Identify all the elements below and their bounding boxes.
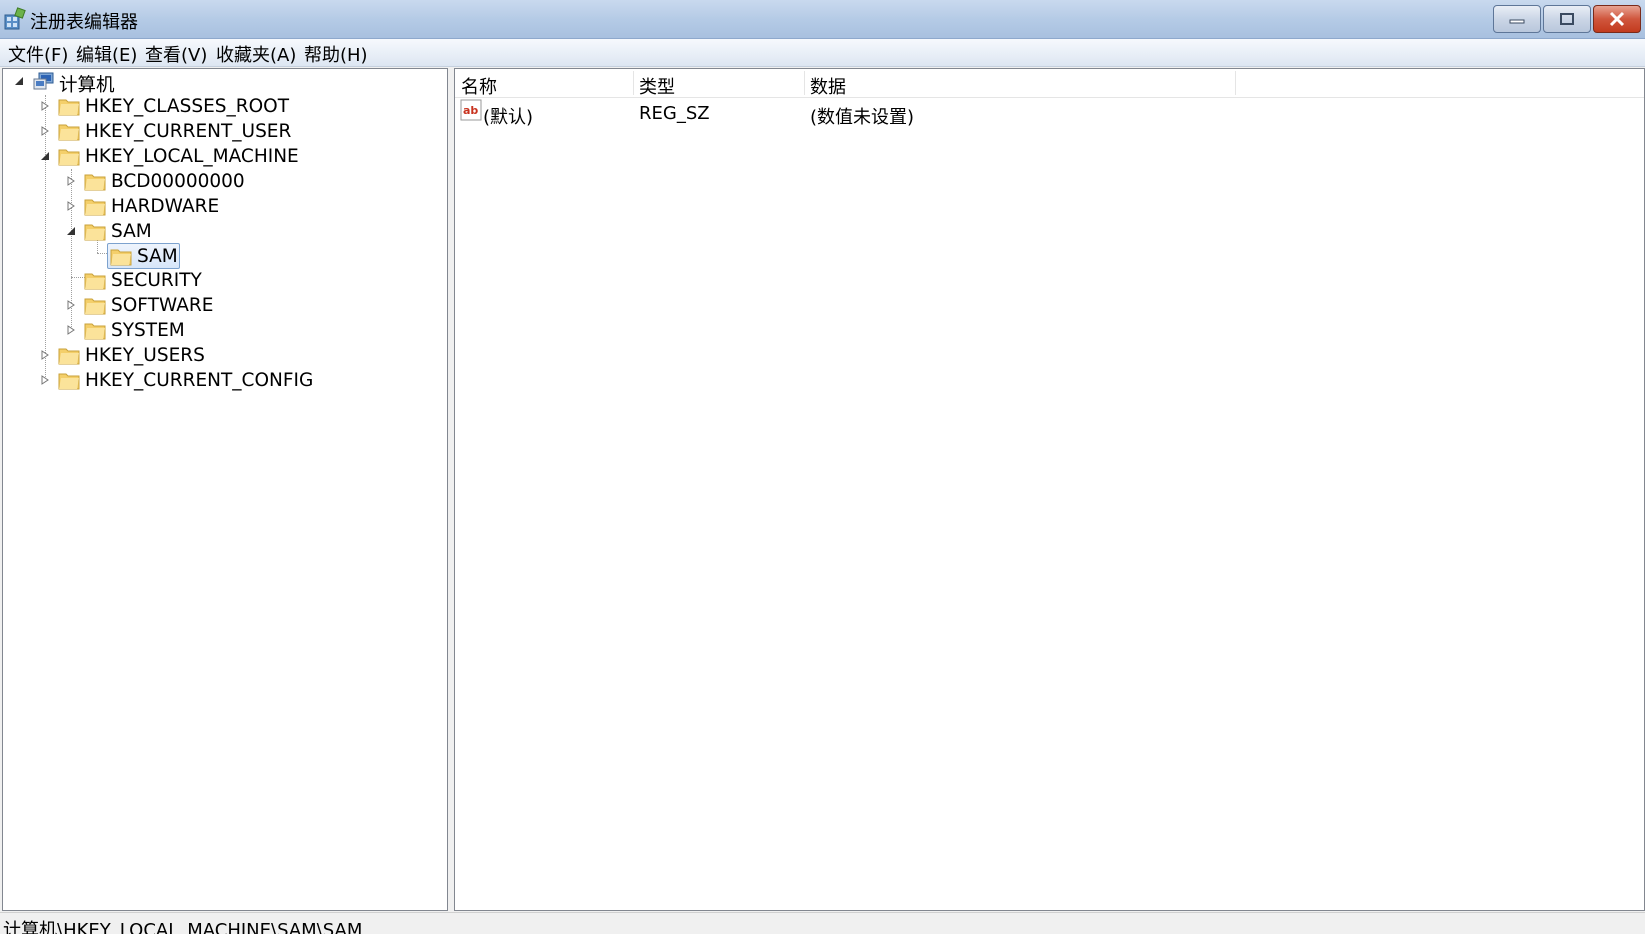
expand-icon[interactable] <box>40 126 50 136</box>
tree-label: HKEY_CURRENT_USER <box>85 121 292 142</box>
tree-node-hardware[interactable]: HARDWARE <box>3 194 443 220</box>
expand-icon[interactable] <box>66 300 76 310</box>
list-header: 名称 类型 数据 <box>455 69 1644 98</box>
tree-label: HKEY_CURRENT_CONFIG <box>85 370 314 391</box>
window-title: 注册表编辑器 <box>30 12 138 33</box>
menu-file[interactable]: 文件(F) <box>6 41 70 67</box>
value-data: (数值未设置) <box>810 107 915 128</box>
tree-label: SAM <box>111 221 152 242</box>
value-type: REG_SZ <box>639 103 710 124</box>
tree-node-security[interactable]: SECURITY <box>3 268 443 294</box>
tree-node-sam[interactable]: SAM <box>3 219 443 245</box>
string-value-icon: ab <box>460 99 482 121</box>
collapse-icon[interactable] <box>66 226 76 236</box>
tree-node-system[interactable]: SYSTEM <box>3 318 443 344</box>
value-name: (默认) <box>483 107 534 128</box>
tree-node-computer[interactable]: 计算机 <box>3 69 443 96</box>
column-header-type[interactable]: 类型 <box>639 73 675 99</box>
title-bar[interactable]: 注册表编辑器 <box>0 0 1645 39</box>
regedit-app-icon <box>4 7 26 30</box>
expand-icon[interactable] <box>40 375 50 385</box>
tree-label: SYSTEM <box>111 320 185 341</box>
close-button[interactable] <box>1593 5 1641 33</box>
tree-node-hkey-local-machine[interactable]: HKEY_LOCAL_MACHINE <box>3 144 443 170</box>
column-divider[interactable] <box>633 71 634 95</box>
tree-node-hkey-current-user[interactable]: HKEY_CURRENT_USER <box>3 119 443 145</box>
menu-view[interactable]: 查看(V) <box>143 41 209 67</box>
folder-icon <box>58 124 80 141</box>
tree-node-hkey-users[interactable]: HKEY_USERS <box>3 343 443 369</box>
folder-open-icon <box>58 149 80 166</box>
expand-icon[interactable] <box>40 350 50 360</box>
column-header-data[interactable]: 数据 <box>810 73 846 99</box>
folder-icon <box>58 373 80 390</box>
svg-text:ab: ab <box>463 104 478 117</box>
tree-node-hkey-current-config[interactable]: HKEY_CURRENT_CONFIG <box>3 368 443 394</box>
collapse-icon[interactable] <box>40 151 50 161</box>
column-header-name[interactable]: 名称 <box>461 73 497 99</box>
status-path: 计算机\HKEY_LOCAL_MACHINE\SAM\SAM <box>3 920 363 934</box>
minimize-button[interactable] <box>1493 5 1541 33</box>
registry-tree[interactable]: 计算机 HKEY_CLASSES_ROOT HKEY_CURRENT_USER … <box>2 68 448 911</box>
menu-bar: 文件(F) 编辑(E) 查看(V) 收藏夹(A) 帮助(H) <box>0 39 1645 67</box>
tree-label: SECURITY <box>111 270 202 291</box>
folder-icon <box>84 174 106 191</box>
folder-icon <box>84 323 106 340</box>
tree-label: HARDWARE <box>111 196 220 217</box>
expand-icon[interactable] <box>40 101 50 111</box>
folder-icon <box>84 298 106 315</box>
values-list[interactable]: 名称 类型 数据 ab (默认) REG_SZ (数值未设置) <box>454 68 1645 911</box>
menu-edit[interactable]: 编辑(E) <box>74 41 139 67</box>
tree-node-sam-sam-selected[interactable]: SAM <box>3 243 443 270</box>
tree-label: SOFTWARE <box>111 295 214 316</box>
folder-icon <box>58 348 80 365</box>
status-bar: 计算机\HKEY_LOCAL_MACHINE\SAM\SAM <box>0 912 1645 934</box>
menu-favorites[interactable]: 收藏夹(A) <box>214 41 298 67</box>
tree-label: SAM <box>137 246 178 267</box>
tree-label: HKEY_LOCAL_MACHINE <box>85 146 299 167</box>
expand-icon[interactable] <box>66 325 76 335</box>
maximize-icon <box>1560 13 1574 25</box>
tree-label: HKEY_USERS <box>85 345 205 366</box>
maximize-button[interactable] <box>1543 5 1591 33</box>
collapse-icon[interactable] <box>14 76 24 86</box>
menu-help[interactable]: 帮助(H) <box>302 41 370 67</box>
folder-icon <box>110 249 132 266</box>
tree-label: BCD00000000 <box>111 171 245 192</box>
expand-icon[interactable] <box>66 176 76 186</box>
folder-icon <box>84 273 106 290</box>
computer-icon <box>33 72 54 90</box>
minimize-icon <box>1509 19 1525 24</box>
tree-label: HKEY_CLASSES_ROOT <box>85 96 290 117</box>
folder-icon <box>84 199 106 216</box>
folder-icon <box>58 99 80 116</box>
expand-icon[interactable] <box>66 201 76 211</box>
column-divider[interactable] <box>1235 71 1236 95</box>
column-divider[interactable] <box>804 71 805 95</box>
tree-node-software[interactable]: SOFTWARE <box>3 293 443 319</box>
folder-open-icon <box>84 224 106 241</box>
tree-node-hkey-classes-root[interactable]: HKEY_CLASSES_ROOT <box>3 94 443 120</box>
tree-node-bcd[interactable]: BCD00000000 <box>3 169 443 195</box>
close-icon <box>1609 11 1625 27</box>
